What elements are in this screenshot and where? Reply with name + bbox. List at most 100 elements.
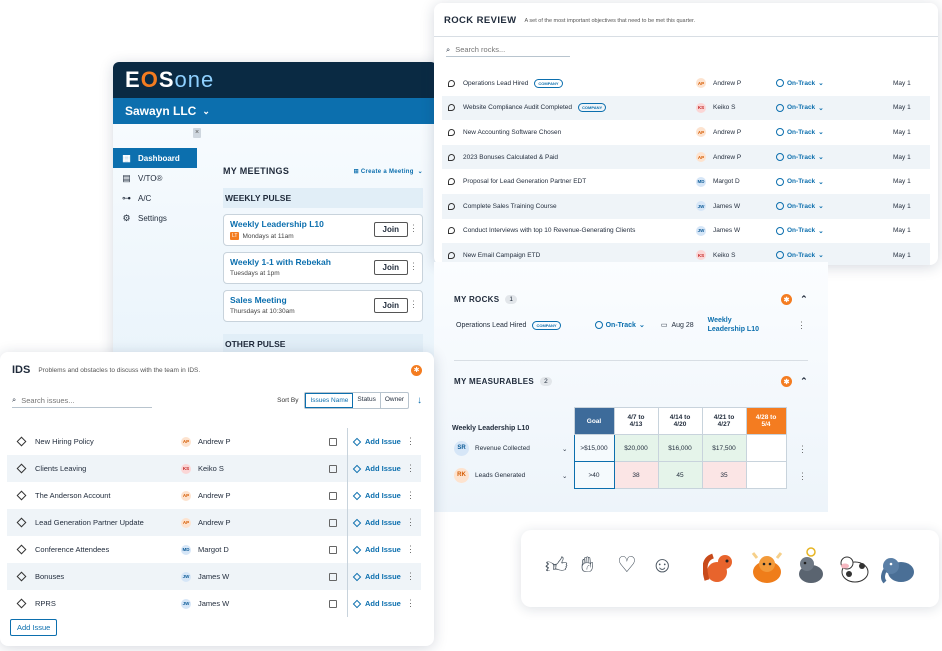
issue-name[interactable]: Lead Generation Partner Update xyxy=(35,518,144,527)
add-issue-link[interactable]: Add Issue xyxy=(347,590,401,617)
issue-name[interactable]: New Hiring Policy xyxy=(35,437,94,446)
sidebar-item-settings[interactable]: ⚙ Settings xyxy=(113,208,197,228)
note-icon[interactable] xyxy=(329,464,337,473)
issue-name[interactable]: Clients Leaving xyxy=(35,464,86,473)
issue-row[interactable]: Clients Leaving KS Keiko S Add Issue ⋮ xyxy=(7,455,421,482)
more-icon[interactable]: ⋮ xyxy=(798,471,807,482)
more-icon[interactable]: ⋮ xyxy=(409,261,418,272)
chevron-down-icon[interactable]: ⌄ xyxy=(562,472,567,480)
status-select[interactable]: On-Track ⌄ xyxy=(776,226,824,235)
add-issue-link[interactable]: Add Issue xyxy=(347,536,401,563)
chevron-up-icon[interactable]: ⌃ xyxy=(800,376,808,387)
more-icon[interactable]: ⋮ xyxy=(406,490,415,501)
clapping-icon[interactable]: ✋︎ xyxy=(581,552,594,578)
my-rock-row[interactable]: Operations Lead Hired COMPANY On-Track ⌄ … xyxy=(456,316,806,334)
owner[interactable]: MD Margot D xyxy=(696,176,740,187)
issue-row[interactable]: RPRS JW James W Add Issue ⋮ xyxy=(7,590,421,617)
owner[interactable]: KS Keiko S xyxy=(181,463,224,474)
rock-name[interactable]: New Accounting Software Chosen xyxy=(463,129,561,136)
issue-row[interactable]: The Anderson Account AP Andrew P Add Issue ⋮ xyxy=(7,482,421,509)
smile-icon[interactable]: ☺ xyxy=(651,552,673,578)
value-cell[interactable]: $20,000 xyxy=(613,434,659,462)
more-icon[interactable]: ⋮ xyxy=(409,299,418,310)
status-select[interactable]: On-Track ⌄ xyxy=(776,128,824,137)
status-select[interactable]: On-Track ⌄ xyxy=(776,202,824,211)
add-issue-link[interactable]: Add Issue xyxy=(347,563,401,590)
owner[interactable]: AP Andrew P xyxy=(181,436,231,447)
join-button[interactable]: Join xyxy=(373,260,408,275)
add-issue-button[interactable]: Add Issue xyxy=(10,619,58,636)
rock-search[interactable]: ⌕ xyxy=(446,43,570,57)
create-meeting-button[interactable]: ⊞ Create a Meeting ⌄ xyxy=(354,168,423,175)
chevron-up-icon[interactable]: ⌃ xyxy=(800,294,808,305)
owner[interactable]: KS Keiko S xyxy=(696,250,735,261)
issue-name[interactable]: The Anderson Account xyxy=(35,491,110,500)
star-icon[interactable]: ✱ xyxy=(411,364,422,376)
goal-cell[interactable]: >40 xyxy=(573,461,615,489)
thumbs-up-icon[interactable]: 👍︎ xyxy=(545,552,568,579)
rock-search-input[interactable] xyxy=(455,45,570,54)
more-icon[interactable]: ⋮ xyxy=(406,571,415,582)
owner[interactable]: AP Andrew P xyxy=(181,517,231,528)
status-select[interactable]: On-Track ⌄ xyxy=(594,321,645,329)
more-icon[interactable]: ⋮ xyxy=(406,517,415,528)
more-icon[interactable]: ⋮ xyxy=(406,463,415,474)
note-icon[interactable] xyxy=(329,518,337,527)
measurable-row[interactable]: RK Leads Generated ⌄ >40 38 45 35 xyxy=(452,461,787,489)
value-cell[interactable]: $16,000 xyxy=(657,434,703,462)
note-icon[interactable] xyxy=(329,437,337,446)
more-icon[interactable]: ⋮ xyxy=(409,223,418,234)
meeting-card[interactable]: Weekly 1-1 with Rebekah Tuesdays at 1pm … xyxy=(223,252,423,284)
rock-name[interactable]: 2023 Bonuses Calculated & Paid xyxy=(463,154,558,161)
value-cell[interactable]: 38 xyxy=(613,461,659,489)
rock-row[interactable]: New Accounting Software Chosen AP Andrew P… xyxy=(442,120,930,145)
rock-row[interactable]: Website Compliance Audit Completed COMPAN… xyxy=(442,95,930,121)
sidebar-item-vto[interactable]: ▤ V/TO® xyxy=(113,168,197,188)
sidebar-item-dashboard[interactable]: ▦ Dashboard xyxy=(113,148,197,168)
star-icon[interactable]: ✱ xyxy=(781,376,793,387)
status-select[interactable]: On-Track ⌄ xyxy=(776,79,824,88)
elephant-icon[interactable] xyxy=(879,552,917,586)
rock-row[interactable]: 2023 Bonuses Calculated & Paid AP Andrew P… xyxy=(442,144,930,170)
add-issue-link[interactable]: Add Issue xyxy=(347,455,401,482)
rock-row[interactable]: Conduct Interviews with top 10 Revenue-G… xyxy=(442,219,930,244)
value-cell[interactable]: 35 xyxy=(701,461,747,489)
star-icon[interactable]: ✱ xyxy=(781,294,793,305)
cow2-icon[interactable] xyxy=(835,552,873,586)
owner[interactable]: AP Andrew P xyxy=(696,78,741,89)
status-select[interactable]: On-Track ⌄ xyxy=(776,251,824,260)
add-issue-link[interactable]: Add Issue xyxy=(347,482,401,509)
owner[interactable]: KS Keiko S xyxy=(696,102,735,113)
more-icon[interactable]: ⋮ xyxy=(798,444,807,455)
more-icon[interactable]: ⋮ xyxy=(406,544,415,555)
meeting-card[interactable]: Sales Meeting Thursdays at 10:30am Join … xyxy=(223,290,423,322)
join-button[interactable]: Join xyxy=(373,298,408,313)
join-button[interactable]: Join xyxy=(373,222,408,237)
cow-icon[interactable] xyxy=(747,552,787,586)
more-icon[interactable]: ⋮ xyxy=(406,598,415,609)
donkey-icon[interactable] xyxy=(793,546,829,586)
note-icon[interactable] xyxy=(329,599,337,608)
status-select[interactable]: On-Track ⌄ xyxy=(776,177,824,186)
owner[interactable]: JW James W xyxy=(181,571,229,582)
value-cell[interactable] xyxy=(745,434,787,462)
meeting-card[interactable]: Weekly Leadership L10 LT Mondays at 11am … xyxy=(223,214,423,246)
sidebar-item-ac[interactable]: ⊶ A/C xyxy=(113,188,197,208)
rock-row[interactable]: Complete Sales Training Course JW James W O… xyxy=(442,193,930,219)
heart-icon[interactable]: ♡ xyxy=(617,552,637,578)
value-cell[interactable] xyxy=(745,461,787,489)
rock-name[interactable]: Website Compliance Audit Completed xyxy=(463,104,572,111)
more-icon[interactable]: ⋮ xyxy=(406,436,415,447)
issue-row[interactable]: Lead Generation Partner Update AP Andrew P… xyxy=(7,509,421,536)
rock-row[interactable]: Operations Lead Hired COMPANY AP Andrew P On… xyxy=(442,71,930,96)
rock-name[interactable]: Conduct Interviews with top 10 Revenue-G… xyxy=(463,227,635,234)
note-icon[interactable] xyxy=(329,572,337,581)
issue-search[interactable]: ⌕ xyxy=(12,394,152,408)
owner[interactable]: AP Andrew P xyxy=(181,490,231,501)
sort-issues-name[interactable]: Issues Name xyxy=(305,393,354,408)
collapse-sidebar-icon[interactable]: × xyxy=(193,128,201,138)
rock-meeting-link[interactable]: Weekly Leadership L10 xyxy=(708,316,759,334)
chevron-down-icon[interactable]: ⌄ xyxy=(562,445,567,453)
rock-name[interactable]: Operations Lead Hired xyxy=(463,80,528,87)
sort-owner[interactable]: Owner xyxy=(381,393,408,408)
